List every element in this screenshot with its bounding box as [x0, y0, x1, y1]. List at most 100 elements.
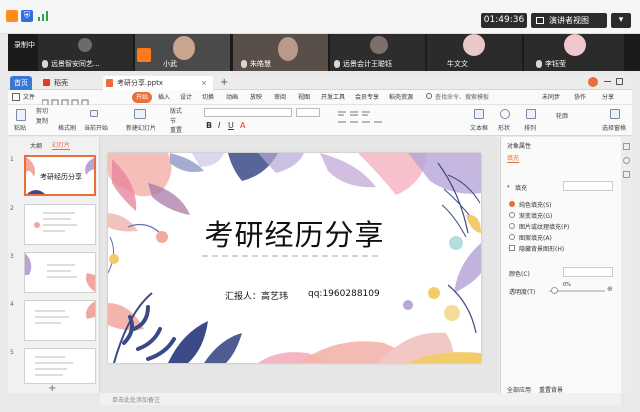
menu-docer-resources[interactable]: 稻壳资源: [389, 92, 413, 103]
maximize-icon[interactable]: [616, 78, 623, 85]
fill-section-header[interactable]: 填充: [515, 183, 527, 192]
chevron-down-icon[interactable]: ▾: [507, 184, 510, 190]
menu-insert[interactable]: 插入: [158, 92, 170, 103]
slide-thumbnail-2[interactable]: [24, 204, 96, 245]
collaborate-button[interactable]: 协作: [574, 92, 586, 103]
reset-background-button[interactable]: 重置背景: [539, 385, 563, 394]
play-from-current-label[interactable]: 当前开始: [84, 125, 108, 133]
slide-title[interactable]: 考研经历分享: [108, 212, 481, 254]
current-slide[interactable]: 考研经历分享 汇报人：高艺玮 qq:1960288109: [108, 153, 481, 363]
participant-tile[interactable]: 牛文文: [427, 34, 522, 71]
add-slide-button[interactable]: +: [48, 384, 56, 394]
new-slide-icon[interactable]: [134, 109, 146, 119]
format-painter-button[interactable]: 格式刷: [58, 125, 76, 133]
font-size-dropdown[interactable]: [296, 108, 320, 117]
close-tab-icon[interactable]: ×: [201, 76, 207, 90]
app-icon-orange[interactable]: [6, 10, 18, 22]
menu-hamburger-icon[interactable]: [12, 93, 20, 101]
menu-file[interactable]: 文件: [23, 92, 35, 103]
tab-presentation-file[interactable]: 考研分享.pptx ×: [103, 76, 213, 90]
presenter-view-button[interactable]: 演讲者视图: [531, 13, 607, 28]
underline-icon[interactable]: U: [228, 121, 234, 130]
slide-thumbnail-3[interactable]: [24, 252, 96, 293]
radio-gradient-fill[interactable]: [509, 212, 515, 218]
menu-design[interactable]: 设计: [180, 92, 192, 103]
textbox-icon[interactable]: [474, 109, 484, 119]
radio-solid-fill[interactable]: [509, 201, 515, 207]
arrange-label[interactable]: 排列: [524, 125, 536, 133]
option-gradient-fill[interactable]: 渐变填充(G): [519, 211, 552, 220]
selection-pane-icon[interactable]: [610, 109, 620, 119]
share-button[interactable]: 分享: [602, 92, 614, 103]
apply-all-button[interactable]: 全部应用: [507, 385, 531, 394]
participant-tile[interactable]: 小武: [135, 34, 230, 71]
tab-docer[interactable]: 稻壳: [40, 76, 100, 90]
user-avatar[interactable]: [588, 77, 598, 87]
menu-member[interactable]: 会员专享: [355, 92, 379, 103]
menu-review[interactable]: 审阅: [274, 92, 286, 103]
minimize-icon[interactable]: [604, 81, 611, 82]
radio-picture-fill[interactable]: [509, 223, 515, 229]
radio-pattern-fill[interactable]: [509, 234, 515, 240]
outline-button[interactable]: 轮廓: [556, 113, 568, 121]
tab-slides[interactable]: 幻灯片: [52, 140, 71, 150]
slide-reporter[interactable]: 汇报人：高艺玮: [225, 289, 288, 302]
shape-icon[interactable]: [500, 109, 510, 119]
tab-fill[interactable]: 填充: [507, 153, 520, 163]
participant-tile[interactable]: 李钰莹: [524, 34, 624, 71]
textbox-label[interactable]: 文本框: [470, 125, 488, 133]
paste-icon[interactable]: [16, 109, 26, 121]
fill-type-dropdown[interactable]: [563, 181, 613, 191]
participant-tile[interactable]: 远景智安同艺...: [38, 34, 133, 71]
slide-thumbnail-5[interactable]: [24, 348, 96, 384]
presenter-more-button[interactable]: ▾: [611, 13, 631, 28]
paste-label[interactable]: 粘贴: [14, 125, 26, 133]
properties-icon[interactable]: [623, 143, 630, 150]
menu-slideshow[interactable]: 放映: [250, 92, 262, 103]
menu-home[interactable]: 开始: [132, 92, 153, 103]
animation-icon[interactable]: [623, 157, 630, 164]
participant-tile[interactable]: 远景会计王聪钰: [330, 34, 425, 71]
stepper-icon[interactable]: ⊕: [607, 285, 613, 293]
option-picture-fill[interactable]: 图片或纹理填充(P): [519, 222, 569, 231]
copy-button[interactable]: 复制: [36, 118, 48, 126]
font-name-dropdown[interactable]: [204, 108, 292, 117]
shield-icon[interactable]: ⛨: [21, 10, 33, 22]
option-hide-background[interactable]: 隐藏背景图形(H): [519, 244, 564, 253]
arrange-icon[interactable]: [526, 109, 536, 119]
participant-tile[interactable]: 朱皓慧: [233, 34, 328, 71]
play-from-current-icon[interactable]: [90, 110, 98, 117]
notes-placeholder[interactable]: 单击此处添加备注: [112, 395, 160, 404]
cut-button[interactable]: 剪切: [36, 108, 48, 116]
color-dropdown[interactable]: [563, 267, 613, 277]
font-color-icon[interactable]: A: [240, 121, 245, 130]
sync-status[interactable]: 未同步: [542, 92, 560, 103]
command-search[interactable]: 查找命令、搜索模板: [435, 92, 489, 103]
layout-button[interactable]: 版式: [170, 108, 182, 116]
menu-view[interactable]: 视图: [298, 92, 310, 103]
new-slide-label[interactable]: 新建幻灯片: [126, 125, 156, 133]
tab-home[interactable]: 首页: [10, 76, 32, 90]
transparency-slider-thumb[interactable]: [551, 287, 558, 294]
reset-button[interactable]: 重置: [170, 127, 182, 135]
slide-qq[interactable]: qq:1960288109: [308, 289, 380, 299]
menu-developer[interactable]: 开发工具: [321, 92, 345, 103]
participant-video: [278, 37, 298, 61]
checkbox-hide-background[interactable]: [509, 245, 515, 251]
new-tab-button[interactable]: +: [220, 76, 228, 89]
menu-animation[interactable]: 动画: [226, 92, 238, 103]
slide-thumbnail-4[interactable]: [24, 300, 96, 341]
search-icon[interactable]: [426, 93, 432, 99]
option-solid-fill[interactable]: 纯色填充(S): [519, 200, 552, 209]
option-pattern-fill[interactable]: 图案填充(A): [519, 233, 552, 242]
bold-icon[interactable]: B: [206, 121, 212, 130]
tab-outline[interactable]: 大纲: [30, 141, 42, 150]
selection-pane-label[interactable]: 选择窗格: [602, 125, 626, 133]
shape-label[interactable]: 形状: [498, 125, 510, 133]
section-button[interactable]: 节: [170, 118, 176, 126]
signal-bars-icon: [37, 10, 49, 22]
slide-thumbnail-1[interactable]: 考研经历分享: [24, 155, 96, 196]
italic-icon[interactable]: I: [218, 121, 220, 130]
menu-transition[interactable]: 切换: [202, 92, 214, 103]
settings-icon[interactable]: [623, 171, 630, 178]
